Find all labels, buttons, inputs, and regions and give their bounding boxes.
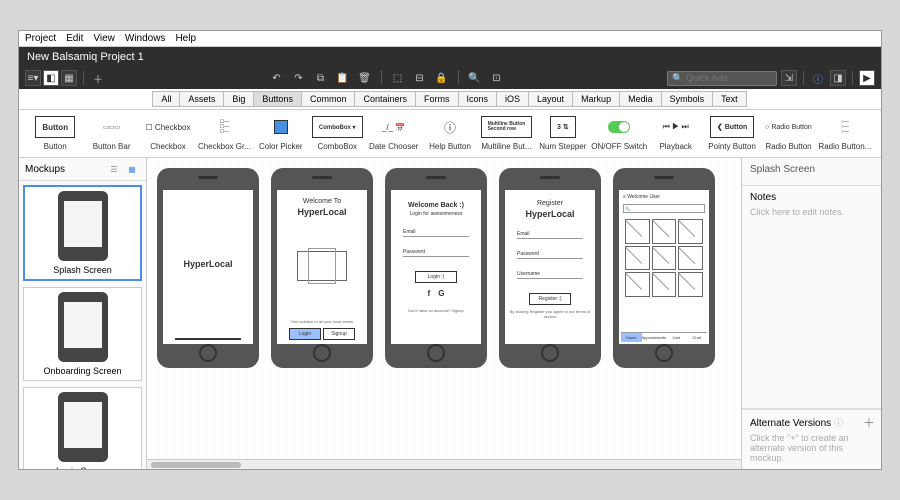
menu-edit[interactable]: Edit xyxy=(66,33,83,44)
tool-checkboxgroup[interactable]: ☐—☐—☐—Checkbox Gr... xyxy=(196,116,252,151)
phone-splash[interactable]: HyperLocal xyxy=(157,168,259,368)
toolbox: ButtonButton ▭▭▭Button Bar ☐ CheckboxChe… xyxy=(19,110,881,158)
cat-icons[interactable]: Icons xyxy=(458,91,498,107)
thumb-splash[interactable]: Splash Screen xyxy=(23,185,142,281)
paste-icon[interactable]: 📋 xyxy=(335,70,351,86)
canvas-area: HyperLocal Welcome To HyperLocal One sol… xyxy=(147,158,741,469)
notes-label: Notes xyxy=(750,192,873,203)
tool-button[interactable]: ButtonButton xyxy=(27,116,83,151)
tool-playback[interactable]: ⏮ ▶ ⏭Playback xyxy=(647,116,703,151)
align-icon[interactable]: ⊟ xyxy=(412,70,428,86)
main-area: Mockups ☰ ▦ Splash Screen Onboarding Scr… xyxy=(19,158,881,469)
redo-icon[interactable]: ↷ xyxy=(291,70,307,86)
grid-view-icon[interactable]: ▦ xyxy=(61,70,77,86)
copy-icon[interactable]: ⧉ xyxy=(313,70,329,86)
cat-symbols[interactable]: Symbols xyxy=(661,91,714,107)
cat-markup[interactable]: Markup xyxy=(572,91,620,107)
cat-text[interactable]: Text xyxy=(712,91,747,107)
cat-layout[interactable]: Layout xyxy=(528,91,573,107)
menu-project[interactable]: Project xyxy=(25,33,56,44)
quick-add-input[interactable] xyxy=(686,73,772,83)
phone-register[interactable]: Register HyperLocal Email Password Usern… xyxy=(499,168,601,368)
tool-helpbutton[interactable]: ⓘHelp Button xyxy=(422,116,478,151)
cat-all[interactable]: All xyxy=(152,91,180,107)
horizontal-scrollbar[interactable] xyxy=(147,459,741,469)
phone-home[interactable]: ≡ Welcome User 🔍 Home Appointments Cart … xyxy=(613,168,715,368)
mockups-sidebar: Mockups ☰ ▦ Splash Screen Onboarding Scr… xyxy=(19,158,147,469)
add-icon[interactable]: ＋ xyxy=(90,70,106,86)
inspector-title: Splash Screen xyxy=(750,164,873,175)
zoom-icon[interactable]: ⊡ xyxy=(489,70,505,86)
undo-icon[interactable]: ↶ xyxy=(269,70,285,86)
cat-assets[interactable]: Assets xyxy=(179,91,224,107)
search-icon[interactable]: 🔍 xyxy=(467,70,483,86)
main-toolbar: ≡▾ ◧ ▦ ＋ ↶ ↷ ⧉ 📋 🗑 ⬚ ⊟ 🔒 🔍 ⊡ 🔍 ⇲ xyxy=(19,67,881,89)
tool-pointy[interactable]: ❮ ButtonPointy Button xyxy=(704,116,760,151)
tool-radio[interactable]: ○ Radio ButtonRadio Button xyxy=(760,116,816,151)
tool-datechooser[interactable]: _/_ 📅Date Chooser xyxy=(365,116,421,151)
search-icon: 🔍 xyxy=(672,73,683,84)
tool-checkbox[interactable]: ☐ CheckboxCheckbox xyxy=(140,116,196,151)
tool-switch[interactable]: ON/OFF Switch xyxy=(591,116,647,151)
sidebar-list-icon[interactable]: ☰ xyxy=(106,161,122,177)
thumb-onboarding[interactable]: Onboarding Screen xyxy=(23,287,142,381)
notes-field[interactable]: Click here to edit notes. xyxy=(750,207,873,217)
delete-icon[interactable]: 🗑 xyxy=(357,70,373,86)
lock-icon[interactable]: 🔒 xyxy=(434,70,450,86)
present-icon[interactable]: ▶ xyxy=(859,70,875,86)
import-icon[interactable]: ⇲ xyxy=(781,70,797,86)
menu-help[interactable]: Help xyxy=(175,33,196,44)
cat-buttons[interactable]: Buttons xyxy=(253,91,302,107)
hamburger-icon[interactable]: ≡▾ xyxy=(25,70,41,86)
tool-colorpicker[interactable]: Color Picker xyxy=(253,116,309,151)
cat-containers[interactable]: Containers xyxy=(354,91,416,107)
cat-big[interactable]: Big xyxy=(223,91,254,107)
title-bar: New Balsamiq Project 1 xyxy=(19,47,881,67)
inspector-toggle-icon[interactable]: ◨ xyxy=(830,70,846,86)
menu-windows[interactable]: Windows xyxy=(125,33,166,44)
cat-media[interactable]: Media xyxy=(619,91,662,107)
help-icon[interactable]: ⓘ xyxy=(834,418,843,428)
sidebar-title: Mockups xyxy=(25,164,65,175)
tool-radiogroup[interactable]: ○—○—○—Radio Button... xyxy=(817,116,873,151)
sidebar-grid-icon[interactable]: ▦ xyxy=(124,161,140,177)
inspector-panel: Splash Screen Notes Click here to edit n… xyxy=(741,158,881,469)
tool-numstepper[interactable]: 3 ⇅Num Stepper xyxy=(535,116,591,151)
thumb-login[interactable]: Login Screen xyxy=(23,387,142,469)
menu-view[interactable]: View xyxy=(93,33,115,44)
category-tabs: All Assets Big Buttons Common Containers… xyxy=(19,89,881,110)
group-icon[interactable]: ⬚ xyxy=(390,70,406,86)
add-alternate-icon[interactable]: ＋ xyxy=(863,414,875,431)
app-window: Project Edit View Windows Help New Balsa… xyxy=(18,30,882,470)
alt-hint: Click the "+" to create an alternate ver… xyxy=(750,433,873,463)
tool-combobox[interactable]: ComboBox ▾ComboBox xyxy=(309,116,365,151)
tool-buttonbar[interactable]: ▭▭▭Button Bar xyxy=(83,116,139,151)
quick-add-search[interactable]: 🔍 xyxy=(667,71,777,86)
canvas[interactable]: HyperLocal Welcome To HyperLocal One sol… xyxy=(147,158,741,459)
cat-forms[interactable]: Forms xyxy=(415,91,459,107)
menubar: Project Edit View Windows Help xyxy=(19,31,881,47)
sidebar-toggle-icon[interactable]: ◧ xyxy=(43,70,59,86)
info-icon[interactable]: ⓘ xyxy=(810,70,826,86)
cat-ios[interactable]: iOS xyxy=(496,91,529,107)
alt-versions-title: Alternate Versions xyxy=(750,418,831,429)
cat-common[interactable]: Common xyxy=(301,91,356,107)
phone-login[interactable]: Welcome Back :) Login for awesomeness Em… xyxy=(385,168,487,368)
tool-multiline[interactable]: Multiline ButtonSecond rowMultiline But.… xyxy=(478,116,534,151)
phone-onboard[interactable]: Welcome To HyperLocal One solution to al… xyxy=(271,168,373,368)
